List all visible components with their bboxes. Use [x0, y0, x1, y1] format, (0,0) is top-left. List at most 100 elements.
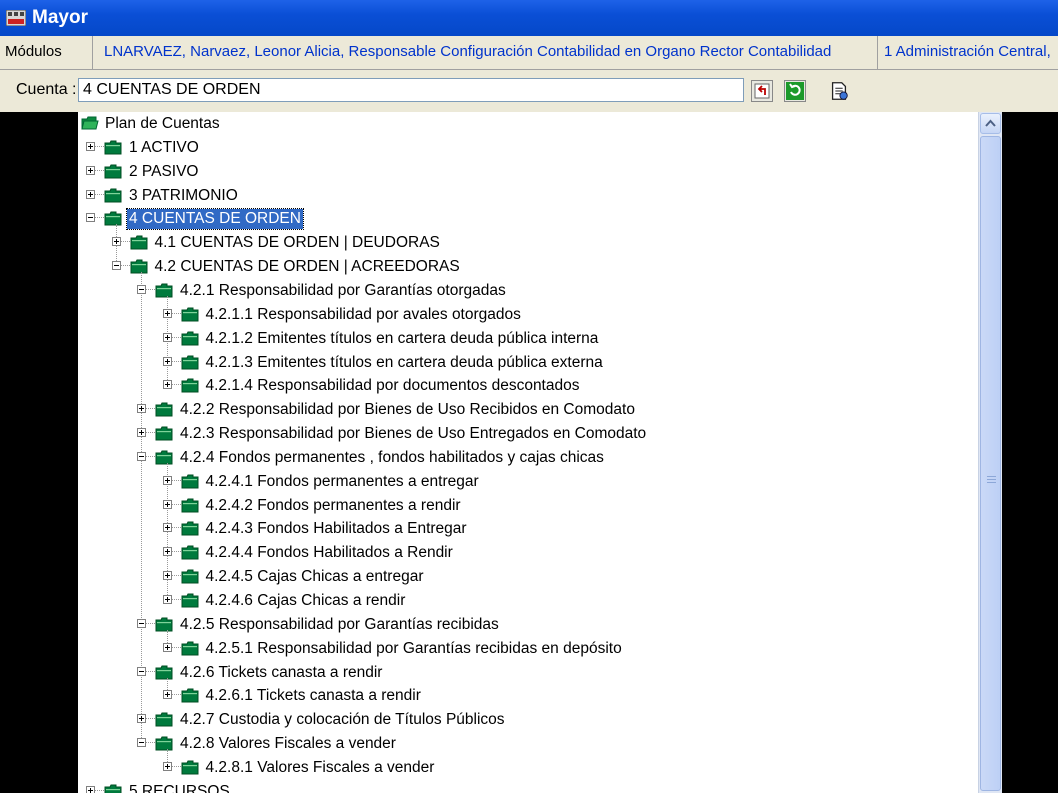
tree-node[interactable]: 4.2.1.1 Responsabilidad por avales otorg…: [78, 303, 978, 327]
folder-icon: [181, 378, 198, 393]
tree-node-label[interactable]: 4.2.8.1 Valores Fiscales a vender: [204, 758, 437, 778]
tree-node[interactable]: 4.2.6 Tickets canasta a rendir: [78, 661, 978, 685]
tree-node[interactable]: 4.2.2 Responsabilidad por Bienes de Uso …: [78, 398, 978, 422]
expand-icon[interactable]: [162, 308, 172, 318]
tree-node[interactable]: 4.2.4.4 Fondos Habilitados a Rendir: [78, 541, 978, 565]
tree-node-label[interactable]: 4.2.5 Responsabilidad por Garantías reci…: [178, 615, 501, 635]
tree-node[interactable]: 4.2.5.1 Responsabilidad por Garantías re…: [78, 637, 978, 661]
tree-node[interactable]: 2 PASIVO: [78, 160, 978, 184]
tree-node[interactable]: 4.2.8.1 Valores Fiscales a vender: [78, 756, 978, 780]
tree-node-label[interactable]: 4.2 CUENTAS DE ORDEN | ACREEDORAS: [153, 257, 462, 277]
tree-node-label[interactable]: 4.2.4.6 Cajas Chicas a rendir: [204, 591, 408, 611]
tree-node[interactable]: 4.2.8 Valores Fiscales a vender: [78, 732, 978, 756]
tree-node[interactable]: 4.2 CUENTAS DE ORDEN | ACREEDORAS: [78, 255, 978, 279]
collapse-icon[interactable]: [137, 738, 146, 748]
tree-node[interactable]: 5 RECURSOS: [78, 780, 978, 793]
expand-icon[interactable]: [111, 237, 121, 247]
expand-icon[interactable]: [86, 141, 95, 151]
tree-node-label[interactable]: 1 ACTIVO: [127, 138, 201, 158]
expand-icon[interactable]: [162, 380, 172, 390]
expand-icon[interactable]: [86, 165, 95, 175]
tree-connector: [171, 575, 181, 577]
expand-icon[interactable]: [162, 356, 172, 366]
refresh-button[interactable]: [784, 80, 806, 102]
tree-node[interactable]: 4.2.4.5 Cajas Chicas a entregar: [78, 565, 978, 589]
tree-node[interactable]: 4.2.3 Responsabilidad por Bienes de Uso …: [78, 422, 978, 446]
account-field[interactable]: 4 CUENTAS DE ORDEN: [78, 78, 744, 102]
tree-node[interactable]: 4.2.7 Custodia y colocación de Títulos P…: [78, 708, 978, 732]
tree-node[interactable]: 4.2.1.2 Emitentes títulos en cartera deu…: [78, 327, 978, 351]
tree-node-label[interactable]: 4.2.8 Valores Fiscales a vender: [178, 734, 398, 754]
tree-connector: [171, 551, 181, 553]
expand-icon[interactable]: [162, 571, 172, 581]
expand-icon[interactable]: [137, 428, 146, 438]
tree-node[interactable]: 4.2.4.2 Fondos permanentes a rendir: [78, 494, 978, 518]
vertical-scrollbar[interactable]: [978, 112, 1002, 793]
tree-node[interactable]: 4.2.4.3 Fondos Habilitados a Entregar: [78, 517, 978, 541]
tree-node-label[interactable]: 4.2.4.1 Fondos permanentes a entregar: [204, 472, 481, 492]
expand-icon[interactable]: [162, 332, 172, 342]
tree-node-label[interactable]: 4.2.4 Fondos permanentes , fondos habili…: [178, 448, 606, 468]
expand-icon[interactable]: [162, 690, 172, 700]
collapse-icon[interactable]: [137, 451, 146, 461]
expand-icon[interactable]: [162, 642, 172, 652]
tree-node[interactable]: 4 CUENTAS DE ORDEN: [78, 207, 978, 231]
tree-node-label[interactable]: 4.2.4.3 Fondos Habilitados a Entregar: [204, 519, 469, 539]
expand-icon[interactable]: [162, 761, 172, 771]
tree-node-label[interactable]: 3 PATRIMONIO: [127, 186, 240, 206]
scroll-up-button[interactable]: [980, 113, 1001, 134]
collapse-icon[interactable]: [86, 213, 95, 223]
tree-node-label[interactable]: 4.2.3 Responsabilidad por Bienes de Uso …: [178, 424, 648, 444]
tree-node-label[interactable]: 4.2.6.1 Tickets canasta a rendir: [204, 686, 423, 706]
tree-node-label[interactable]: 5 RECURSOS: [127, 782, 232, 793]
tree-node-label[interactable]: 4.2.4.4 Fondos Habilitados a Rendir: [204, 543, 455, 563]
expand-icon[interactable]: [86, 785, 95, 793]
collapse-icon[interactable]: [137, 284, 146, 294]
tree-node-label[interactable]: 4.2.7 Custodia y colocación de Títulos P…: [178, 710, 507, 730]
report-button[interactable]: [828, 80, 850, 102]
tree-node-label[interactable]: 4.2.1 Responsabilidad por Garantías otor…: [178, 281, 508, 301]
scroll-thumb[interactable]: [980, 136, 1001, 791]
collapse-icon[interactable]: [111, 261, 121, 271]
app-icon[interactable]: [6, 10, 26, 26]
go-back-button[interactable]: [751, 80, 773, 102]
expand-icon[interactable]: [162, 547, 172, 557]
tree-node-label[interactable]: 4.2.1.3 Emitentes títulos en cartera deu…: [204, 353, 605, 373]
tree-node[interactable]: 4.2.4 Fondos permanentes , fondos habili…: [78, 446, 978, 470]
tree-node-label[interactable]: Plan de Cuentas: [103, 114, 222, 134]
tree-node-label[interactable]: 4.2.4.2 Fondos permanentes a rendir: [204, 496, 463, 516]
arrow-back-icon: [754, 83, 770, 99]
tree-node[interactable]: 4.2.5 Responsabilidad por Garantías reci…: [78, 613, 978, 637]
tree-node-label[interactable]: 4.2.1.4 Responsabilidad por documentos d…: [204, 376, 582, 396]
tree-node-label[interactable]: 4.1 CUENTAS DE ORDEN | DEUDORAS: [153, 233, 442, 253]
expand-icon[interactable]: [162, 475, 172, 485]
tree-node[interactable]: 4.2.1.3 Emitentes títulos en cartera deu…: [78, 351, 978, 375]
modules-menu[interactable]: Módulos: [5, 43, 62, 60]
tree-node-label[interactable]: 4.2.1.1 Responsabilidad por avales otorg…: [204, 305, 523, 325]
expand-icon[interactable]: [86, 189, 95, 199]
account-tree[interactable]: Plan de Cuentas 1 ACTIVO 2 PASIVO 3 PATRIMO…: [78, 112, 978, 793]
tree-node[interactable]: 4.2.1 Responsabilidad por Garantías otor…: [78, 279, 978, 303]
tree-node-label[interactable]: 4.2.2 Responsabilidad por Bienes de Uso …: [178, 400, 637, 420]
tree-node[interactable]: 4.2.4.6 Cajas Chicas a rendir: [78, 589, 978, 613]
collapse-icon[interactable]: [137, 666, 146, 676]
tree-node-label[interactable]: 4 CUENTAS DE ORDEN: [126, 208, 304, 231]
tree-node[interactable]: 4.2.1.4 Responsabilidad por documentos d…: [78, 374, 978, 398]
tree-node-label[interactable]: 2 PASIVO: [127, 162, 201, 182]
collapse-icon[interactable]: [137, 618, 146, 628]
tree-node-label[interactable]: 4.2.1.2 Emitentes títulos en cartera deu…: [204, 329, 601, 349]
expand-icon[interactable]: [162, 595, 172, 604]
expand-icon[interactable]: [162, 499, 172, 509]
expand-icon[interactable]: [137, 714, 146, 724]
tree-node-label[interactable]: 4.2.5.1 Responsabilidad por Garantías re…: [204, 639, 624, 659]
tree-root[interactable]: Plan de Cuentas: [78, 112, 978, 136]
tree-node[interactable]: 3 PATRIMONIO: [78, 184, 978, 208]
tree-node[interactable]: 1 ACTIVO: [78, 136, 978, 160]
tree-node-label[interactable]: 4.2.4.5 Cajas Chicas a entregar: [204, 567, 426, 587]
tree-node[interactable]: 4.1 CUENTAS DE ORDEN | DEUDORAS: [78, 231, 978, 255]
tree-node-label[interactable]: 4.2.6 Tickets canasta a rendir: [178, 663, 384, 683]
tree-node[interactable]: 4.2.6.1 Tickets canasta a rendir: [78, 684, 978, 708]
tree-node[interactable]: 4.2.4.1 Fondos permanentes a entregar: [78, 470, 978, 494]
expand-icon[interactable]: [137, 404, 146, 414]
expand-icon[interactable]: [162, 523, 172, 533]
